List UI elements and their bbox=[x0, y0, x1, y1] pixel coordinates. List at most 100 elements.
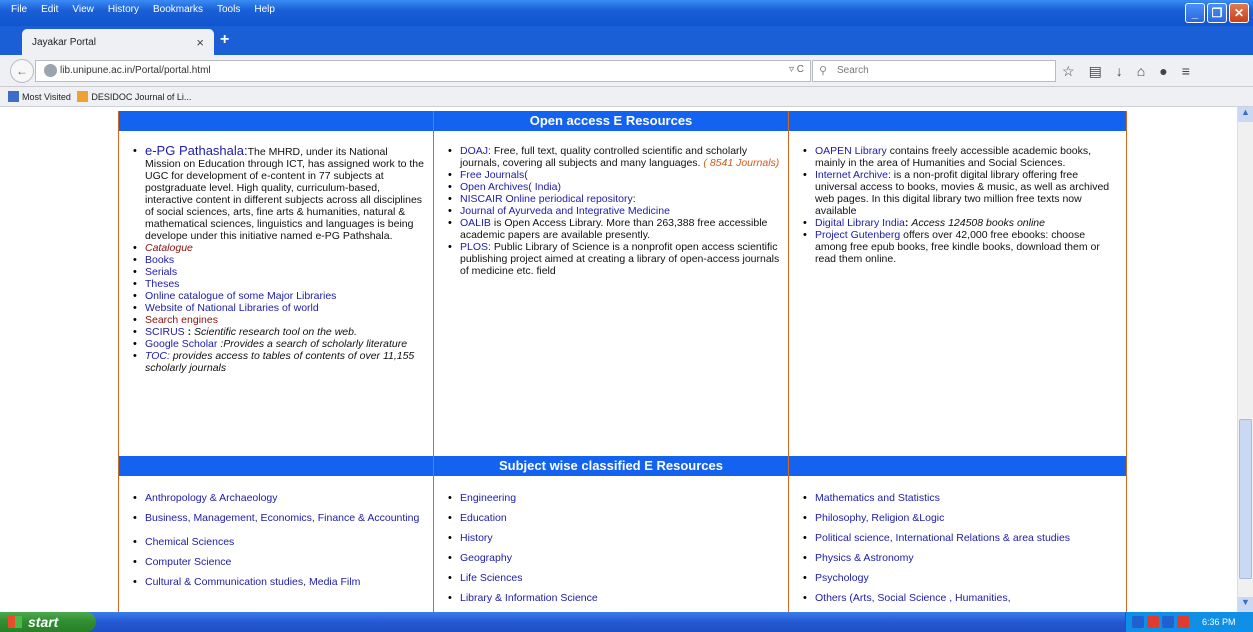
scirus-link[interactable]: SCIRUS bbox=[145, 326, 185, 338]
subject-link-library-science[interactable]: Library & Information Science bbox=[460, 592, 598, 604]
subject-link-cultural-studies[interactable]: Cultural & Communication studies, Media … bbox=[145, 576, 360, 588]
menu-edit[interactable]: Edit bbox=[34, 4, 65, 15]
national-libraries-link[interactable]: Website of National Libraries of world bbox=[145, 302, 319, 314]
niscair-link[interactable]: NISCAIR Online periodical repository bbox=[460, 193, 633, 205]
plos-link[interactable]: PLOS: bbox=[460, 241, 491, 253]
google-scholar-link[interactable]: Google Scholar bbox=[145, 338, 217, 350]
list-item: Journal of Ayurveda and Integrative Medi… bbox=[448, 205, 780, 217]
chat-icon[interactable]: ● bbox=[1159, 63, 1167, 80]
subject-link-education[interactable]: Education bbox=[460, 512, 507, 524]
new-tab-icon[interactable]: + bbox=[220, 31, 229, 49]
reload-icon[interactable]: ▿ C bbox=[789, 64, 804, 75]
theses-link[interactable]: Theses bbox=[145, 278, 179, 290]
oalib-text: is Open Access Library. More than 263,38… bbox=[460, 217, 768, 241]
reading-list-icon[interactable]: ▤ bbox=[1089, 63, 1102, 80]
list-item: NISCAIR Online periodical repository: bbox=[448, 193, 780, 205]
scholar-text: :Provides a search of scholarly literatu… bbox=[220, 338, 408, 350]
open-archives-link[interactable]: Open Archives( India) bbox=[460, 181, 561, 193]
clock: 6:36 PM bbox=[1202, 617, 1236, 627]
tab-jayakar-portal[interactable]: Jayakar Portal × bbox=[22, 29, 214, 56]
scroll-down-icon[interactable]: ▼ bbox=[1238, 597, 1253, 612]
search-engines-link[interactable]: Search engines bbox=[145, 314, 218, 326]
url-text: lib.unipune.ac.in/Portal/portal.html bbox=[60, 65, 211, 76]
oapen-link[interactable]: OAPEN Library bbox=[815, 145, 887, 157]
search-placeholder: Search bbox=[837, 65, 869, 76]
subject-link-others[interactable]: Others (Arts, Social Science , Humanitie… bbox=[815, 592, 1011, 604]
header-cell-empty bbox=[119, 456, 434, 476]
menu-file[interactable]: File bbox=[4, 4, 34, 15]
scrollbar-thumb[interactable] bbox=[1239, 419, 1252, 579]
subject-link-computer-science[interactable]: Computer Science bbox=[145, 556, 231, 568]
subject-link-life-sciences[interactable]: Life Sciences bbox=[460, 572, 522, 584]
vertical-scrollbar[interactable]: ▲ ▼ bbox=[1237, 107, 1253, 612]
list-item: Google Scholar :Provides a search of sch… bbox=[133, 338, 425, 350]
url-bar[interactable]: lib.unipune.ac.in/Portal/portal.html ▿ C bbox=[35, 60, 811, 82]
oalib-link[interactable]: OALIB bbox=[460, 217, 491, 229]
subject-link-geography[interactable]: Geography bbox=[460, 552, 512, 564]
doaj-count: ( 8541 Journals) bbox=[703, 157, 780, 169]
internet-archive-link[interactable]: Internet Archive bbox=[815, 169, 888, 181]
list-item: Project Gutenberg offers over 42,000 fre… bbox=[803, 229, 1118, 265]
subject-link-physics[interactable]: Physics & Astronomy bbox=[815, 552, 914, 564]
subject-link-political-science[interactable]: Political science, International Relatio… bbox=[815, 532, 1070, 544]
subject-col1: Anthropology & Archaeology Business, Man… bbox=[119, 476, 434, 612]
gutenberg-link[interactable]: Project Gutenberg bbox=[815, 229, 900, 241]
free-journals-link[interactable]: Free Journals( bbox=[460, 169, 528, 181]
minimize-button[interactable]: _ bbox=[1185, 3, 1205, 23]
tray-network-icon[interactable] bbox=[1147, 616, 1159, 628]
menu-bookmarks[interactable]: Bookmarks bbox=[146, 4, 210, 15]
epg-link[interactable]: e-PG Pathashala: bbox=[145, 143, 248, 158]
dli-text: Access 124508 books online bbox=[911, 217, 1045, 229]
open-access-col1: e-PG Pathashala:The MHRD, under its Nati… bbox=[119, 131, 434, 456]
home-icon[interactable]: ⌂ bbox=[1137, 63, 1145, 80]
tray-q-icon[interactable] bbox=[1177, 616, 1189, 628]
list-item: Education bbox=[448, 512, 780, 524]
bookmark-most-visited[interactable]: Most Visited bbox=[8, 91, 71, 102]
list-item: Catalogue bbox=[133, 242, 425, 254]
open-access-header-row: Open access E Resources bbox=[118, 111, 1127, 131]
start-button[interactable]: start bbox=[0, 612, 96, 632]
list-item: Political science, International Relatio… bbox=[803, 532, 1118, 544]
menu-history[interactable]: History bbox=[101, 4, 146, 15]
subject-link-psychology[interactable]: Psychology bbox=[815, 572, 869, 584]
bookmark-desidoc[interactable]: DESIDOC Journal of Li... bbox=[77, 91, 191, 102]
tray-volume-icon[interactable] bbox=[1162, 616, 1174, 628]
back-button[interactable]: ← bbox=[10, 59, 34, 83]
close-window-button[interactable]: ✕ bbox=[1229, 3, 1249, 23]
doaj-link[interactable]: DOAJ: bbox=[460, 145, 491, 157]
list-item: Cultural & Communication studies, Media … bbox=[133, 576, 425, 588]
bookmark-star-icon[interactable]: ☆ bbox=[1062, 63, 1075, 80]
list-item: e-PG Pathashala:The MHRD, under its Nati… bbox=[133, 143, 425, 242]
subject-link-chemical-sciences[interactable]: Chemical Sciences bbox=[145, 536, 234, 548]
list-item: OAPEN Library contains freely accessible… bbox=[803, 145, 1118, 169]
menu-tools[interactable]: Tools bbox=[210, 4, 247, 15]
subject-link-history[interactable]: History bbox=[460, 532, 493, 544]
toc-text: provides access to tables of contents of… bbox=[145, 350, 415, 374]
subject-link-philosophy[interactable]: Philosophy, Religion &Logic bbox=[815, 512, 944, 524]
open-access-row: e-PG Pathashala:The MHRD, under its Nati… bbox=[118, 131, 1127, 456]
maximize-button[interactable]: ❐ bbox=[1207, 3, 1227, 23]
close-tab-icon[interactable]: × bbox=[196, 35, 204, 50]
plos-text: Public Library of Science is a nonprofit… bbox=[460, 241, 780, 277]
menu-help[interactable]: Help bbox=[247, 4, 282, 15]
serials-link[interactable]: Serials bbox=[145, 266, 177, 278]
subject-link-mathematics[interactable]: Mathematics and Statistics bbox=[815, 492, 940, 504]
books-link[interactable]: Books bbox=[145, 254, 174, 266]
list-item: TOC: provides access to tables of conten… bbox=[133, 350, 425, 374]
ayurveda-link[interactable]: Journal of Ayurveda and Integrative Medi… bbox=[460, 205, 670, 217]
menu-view[interactable]: View bbox=[65, 4, 101, 15]
scroll-up-icon[interactable]: ▲ bbox=[1238, 107, 1253, 122]
subject-link-business[interactable]: Business, Management, Economics, Finance… bbox=[145, 512, 419, 524]
online-catalogue-link[interactable]: Online catalogue of some Major Libraries bbox=[145, 290, 336, 302]
catalogue-link[interactable]: Catalogue bbox=[145, 242, 193, 254]
tray-arrow-icon[interactable] bbox=[1132, 616, 1144, 628]
subject-link-engineering[interactable]: Engineering bbox=[460, 492, 516, 504]
toc-link[interactable]: TOC: bbox=[145, 350, 170, 362]
search-input[interactable]: ⚲ Search bbox=[812, 60, 1056, 82]
list-item: DOAJ: Free, full text, quality controlle… bbox=[448, 145, 780, 169]
subject-link-anthropology[interactable]: Anthropology & Archaeology bbox=[145, 492, 278, 504]
dli-link[interactable]: Digital Library India bbox=[815, 217, 905, 229]
list-item: Free Journals( bbox=[448, 169, 780, 181]
download-icon[interactable]: ↓ bbox=[1116, 63, 1123, 80]
menu-icon[interactable]: ≡ bbox=[1182, 63, 1190, 80]
